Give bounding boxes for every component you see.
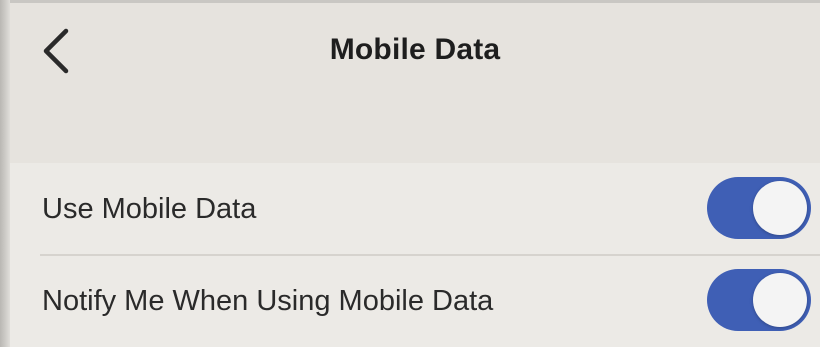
setting-label: Notify Me When Using Mobile Data: [42, 285, 494, 317]
mobile-data-screen: Mobile Data Use Mobile Data Notify Me Wh…: [0, 0, 820, 347]
setting-label: Use Mobile Data: [42, 193, 257, 225]
notify-mobile-data-toggle[interactable]: [707, 269, 811, 331]
settings-list: Use Mobile Data Notify Me When Using Mob…: [10, 163, 820, 347]
navigation-header: Mobile Data: [10, 3, 820, 163]
setting-row-notify-mobile-data: Notify Me When Using Mobile Data: [10, 255, 820, 347]
left-edge: [0, 0, 10, 347]
setting-row-use-mobile-data: Use Mobile Data: [10, 163, 820, 256]
use-mobile-data-toggle[interactable]: [707, 177, 811, 239]
toggle-knob: [753, 273, 807, 327]
toggle-knob: [753, 181, 807, 235]
page-title: Mobile Data: [329, 33, 501, 66]
